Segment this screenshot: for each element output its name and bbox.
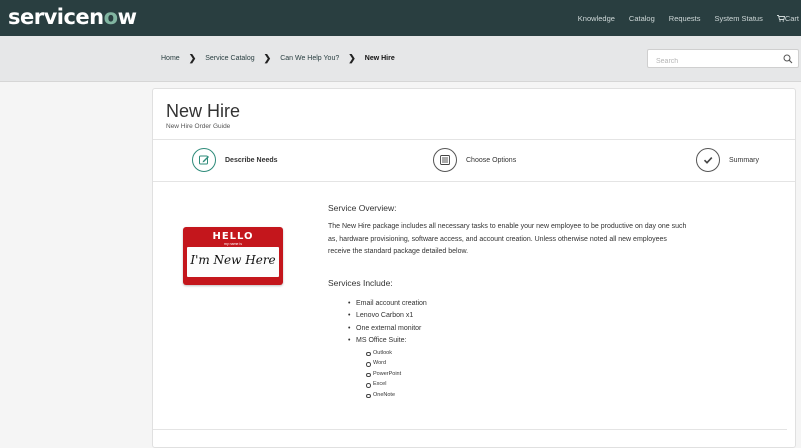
- list-icon: [433, 148, 457, 172]
- list-item: Word: [366, 358, 688, 369]
- order-guide-card: New Hire New Hire Order Guide Describe N…: [152, 88, 796, 448]
- list-item: Excel: [366, 379, 688, 390]
- nav-cart[interactable]: Cart: [776, 13, 799, 23]
- nav-catalog[interactable]: Catalog: [629, 14, 655, 23]
- top-nav: Knowledge Catalog Requests System Status…: [578, 0, 801, 36]
- chevron-right-icon: ❯: [348, 53, 356, 63]
- breadcrumb-home[interactable]: Home: [161, 55, 180, 62]
- breadcrumb: Home ❯ Service Catalog ❯ Can We Help You…: [161, 53, 395, 64]
- divider: [153, 139, 795, 140]
- top-navbar: servicenow Knowledge Catalog Requests Sy…: [0, 0, 801, 36]
- nav-knowledge[interactable]: Knowledge: [578, 14, 615, 23]
- list-item: Outlook: [366, 348, 688, 359]
- step-choose-options[interactable]: Choose Options: [433, 148, 516, 172]
- search-input[interactable]: [648, 53, 773, 70]
- check-icon: [696, 148, 720, 172]
- page-subtitle: New Hire Order Guide: [166, 123, 231, 130]
- office-apps-list: Outlook Word PowerPoint Excel OneNote: [366, 348, 688, 401]
- services-heading: Services Include:: [328, 277, 393, 288]
- divider: [153, 181, 795, 182]
- edit-icon: [192, 148, 216, 172]
- cart-icon: [776, 14, 786, 22]
- nav-system-status[interactable]: System Status: [714, 14, 762, 23]
- search-icon[interactable]: [783, 54, 793, 64]
- page-title: New Hire: [166, 101, 241, 121]
- step-label: Describe Needs: [225, 156, 278, 164]
- service-description: Service Overview: The New Hire package i…: [328, 203, 688, 400]
- breadcrumb-service-catalog[interactable]: Service Catalog: [205, 55, 254, 62]
- servicenow-logo[interactable]: servicenow: [8, 5, 137, 29]
- chevron-right-icon: ❯: [263, 53, 272, 63]
- list-item: PowerPoint: [366, 369, 688, 380]
- breadcrumb-can-we-help[interactable]: Can We Help You?: [280, 55, 339, 62]
- overview-text: The New Hire package includes all necess…: [328, 223, 687, 255]
- overview-heading: Service Overview:: [328, 203, 397, 213]
- breadcrumb-current: New Hire: [364, 55, 395, 62]
- chevron-right-icon: ❯: [188, 53, 197, 63]
- breadcrumb-bar: Home ❯ Service Catalog ❯ Can We Help You…: [0, 36, 801, 82]
- step-describe-needs[interactable]: Describe Needs: [192, 148, 278, 172]
- step-label: Choose Options: [466, 156, 517, 164]
- search-box: [647, 49, 799, 70]
- services-list: Email account creation Lenovo Carbon x1 …: [348, 298, 688, 401]
- list-item: MS Office Suite: Outlook Word PowerPoint…: [348, 335, 688, 400]
- divider: [153, 429, 787, 430]
- list-item: Email account creation: [348, 298, 688, 311]
- name-tag-image: HELLO my name is I'm New Here: [183, 227, 283, 285]
- list-item: OneNote: [366, 390, 688, 401]
- step-label: Summary: [729, 156, 759, 164]
- list-item: One external monitor: [348, 323, 688, 336]
- list-item: Lenovo Carbon x1: [348, 310, 688, 323]
- step-summary[interactable]: Summary: [696, 148, 759, 172]
- nav-requests[interactable]: Requests: [669, 14, 701, 23]
- cart-label: Cart: [784, 13, 799, 23]
